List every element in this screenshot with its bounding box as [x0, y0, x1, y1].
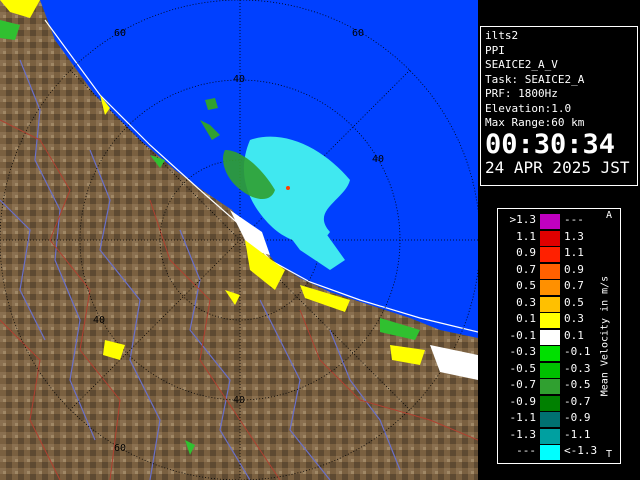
- legend-color-swatch: [540, 362, 560, 378]
- legend-low-value: 0.3: [516, 295, 536, 309]
- legend-color-swatch: [540, 412, 560, 427]
- legend-title: Mean Velocity in m/s: [599, 275, 611, 397]
- legend-row: 0.7 0.9: [498, 263, 598, 280]
- product-type: PPI: [485, 43, 505, 57]
- scan-date: 24 APR 2025 JST: [485, 157, 630, 177]
- legend-color-swatch: [540, 230, 560, 246]
- radar-ppi-map: 60 40 40 40 40 60 60: [0, 0, 478, 480]
- svg-text:60: 60: [114, 28, 126, 39]
- legend-color-swatch: [540, 329, 560, 345]
- svg-text:60: 60: [114, 443, 126, 454]
- elevation-value: Elevation:1.0: [485, 101, 572, 115]
- svg-text:60: 60: [352, 28, 364, 39]
- prf-value: PRF: 1800Hz: [485, 87, 558, 100]
- legend-low-value: -0.1: [509, 328, 537, 342]
- legend-row: 0.1 0.3: [498, 312, 598, 329]
- legend-row: -1.3 -1.1: [498, 428, 598, 445]
- legend-row: -0.7 -0.5: [498, 378, 598, 395]
- legend-low-value: >1.3: [509, 213, 537, 226]
- svg-text:40: 40: [372, 154, 384, 165]
- legend-color-swatch: [540, 247, 560, 262]
- legend-row: 1.1 1.3: [498, 230, 598, 247]
- velocity-legend: >1.3 --- 1.1 1.3 0.9 1.1 0.7 0.9 0.5 0.7 0.3 0.5 0.1…: [497, 208, 621, 464]
- legend-low-value: -1.3: [509, 427, 537, 441]
- legend-low-value: 0.7: [516, 262, 536, 276]
- legend-color-swatch: [540, 346, 560, 361]
- legend-row: 0.5 0.7: [498, 279, 598, 296]
- legend-low-value: -0.7: [509, 378, 537, 391]
- legend-color-swatch: [540, 379, 560, 394]
- legend-low-value: -0.9: [509, 394, 537, 408]
- legend-row: -0.3 -0.1: [498, 345, 598, 362]
- legend-color-swatch: [540, 280, 560, 295]
- legend-color-swatch: [540, 263, 560, 279]
- legend-low-value: -0.5: [509, 361, 537, 375]
- site-name: ilts2: [485, 29, 519, 42]
- legend-row: --- <-1.3: [498, 444, 598, 461]
- legend-row: -0.9 -0.7: [498, 395, 598, 412]
- legend-color-swatch: [540, 313, 560, 328]
- legend-row: >1.3 ---: [498, 213, 598, 230]
- legend-color-swatch: [540, 395, 560, 411]
- legend-low-value: 1.1: [516, 229, 536, 243]
- svg-text:40: 40: [233, 74, 245, 85]
- legend-low-value: ---: [516, 444, 536, 457]
- legend-color-swatch: [540, 445, 560, 460]
- legend-corner-bottom: T: [606, 449, 613, 460]
- legend-row: -0.5 -0.3: [498, 362, 598, 379]
- legend-row: -1.1 -0.9: [498, 411, 598, 428]
- legend-low-value: 0.1: [516, 312, 536, 325]
- svg-text:40: 40: [233, 395, 245, 406]
- scan-info-panel: ilts2 PPI SEAICE2_A_V Task: SEAICE2_A PR…: [480, 26, 638, 186]
- svg-text:40: 40: [93, 315, 105, 326]
- legend-color-swatch: [540, 296, 560, 312]
- legend-row: 0.3 0.5: [498, 296, 598, 313]
- legend-low-value: -0.3: [509, 345, 537, 358]
- legend-color-swatch: [540, 214, 560, 229]
- legend-low-value: 0.5: [516, 279, 536, 292]
- legend-low-value: -1.1: [509, 411, 537, 424]
- legend-low-value: 0.9: [516, 246, 536, 259]
- task-name: Task: SEAICE2_A: [485, 72, 585, 86]
- legend-corner-top: A: [606, 210, 613, 221]
- scan-name: SEAICE2_A_V: [485, 58, 558, 71]
- legend-row: -0.1 0.1: [498, 329, 598, 346]
- legend-row: 0.9 1.1: [498, 246, 598, 263]
- legend-color-swatch: [540, 428, 560, 444]
- scan-time: 00:30:34: [485, 128, 616, 160]
